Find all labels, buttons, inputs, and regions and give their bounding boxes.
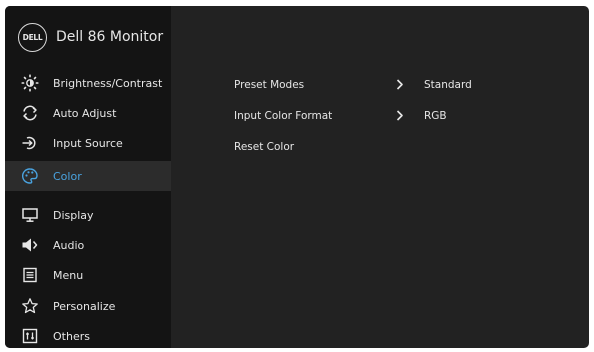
sidebar-item-label: Color <box>53 169 82 183</box>
sidebar: DELL Dell 86 Monitor Brightness/Contrast… <box>5 6 171 348</box>
sidebar-item-label: Input Source <box>53 136 123 150</box>
osd-header: DELL Dell 86 Monitor <box>5 6 171 68</box>
color-palette-icon <box>18 167 42 185</box>
sidebar-item-color[interactable]: Color <box>5 161 171 191</box>
chevron-right-icon <box>396 110 404 124</box>
sidebar-item-personalize[interactable]: Personalize <box>5 291 171 321</box>
input-color-format-value: RGB <box>424 110 447 122</box>
sidebar-item-auto-adjust[interactable]: Auto Adjust <box>5 98 171 128</box>
sidebar-item-label: Auto Adjust <box>53 106 117 120</box>
sidebar-item-input-source[interactable]: Input Source <box>5 128 171 158</box>
menu-icon <box>18 266 42 284</box>
others-icon <box>18 327 42 345</box>
sidebar-item-display[interactable]: Display <box>5 200 171 230</box>
sidebar-item-others[interactable]: Others <box>5 321 171 348</box>
sidebar-item-label: Display <box>53 208 94 222</box>
display-icon <box>18 206 42 224</box>
sidebar-item-label: Personalize <box>53 299 116 313</box>
preset-modes-value: Standard <box>424 79 472 91</box>
preset-modes-label: Preset Modes <box>234 79 305 91</box>
osd-window: DELL Dell 86 Monitor Brightness/Contrast… <box>5 6 589 348</box>
sidebar-item-label: Menu <box>53 268 84 282</box>
preset-modes-row[interactable]: Preset Modes Standard <box>234 76 574 96</box>
sidebar-item-menu[interactable]: Menu <box>5 260 171 290</box>
sidebar-item-label: Brightness/Contrast <box>53 76 163 90</box>
input-color-format-label: Input Color Format <box>234 110 333 122</box>
sidebar-item-brightness-contrast[interactable]: Brightness/Contrast <box>5 68 171 98</box>
speaker-icon <box>18 236 42 254</box>
star-icon <box>18 297 42 315</box>
sidebar-item-label: Audio <box>53 238 85 252</box>
reset-color-row[interactable]: Reset Color <box>234 138 574 158</box>
input-color-format-row[interactable]: Input Color Format RGB <box>234 107 574 127</box>
chevron-right-icon <box>396 79 404 93</box>
sidebar-item-audio[interactable]: Audio <box>5 230 171 260</box>
reset-color-label: Reset Color <box>234 141 295 153</box>
brightness-icon <box>18 74 42 92</box>
sidebar-item-label: Others <box>53 329 90 343</box>
input-source-icon <box>18 134 42 152</box>
auto-adjust-icon <box>18 104 42 122</box>
dell-logo: DELL <box>18 22 47 52</box>
monitor-model-title: Dell 86 Monitor <box>56 29 164 45</box>
